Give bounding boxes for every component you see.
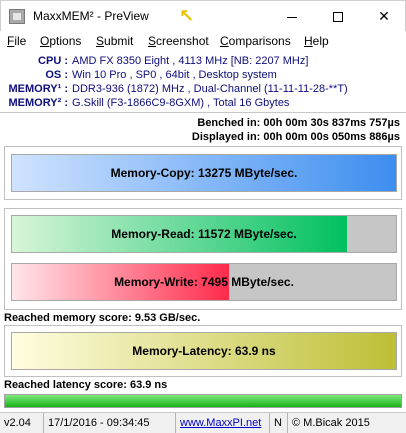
copy-label: Memory-Copy: 13275 MByte/sec.: [110, 166, 298, 180]
latency-panel: Memory-Latency: 63.9 ns: [4, 325, 402, 377]
benched-time: Benched in: 00h 00m 30s 837ms 757µs: [197, 117, 400, 129]
system-info: CPU : AMD FX 8350 Eight , 4113 MHz [NB: …: [0, 51, 406, 111]
menu-screenshot[interactable]: Screenshot: [148, 34, 209, 48]
copy-panel: Memory-Copy: 13275 MByte/sec.: [4, 146, 402, 200]
os-value: Win 10 Pro , SP0 , 64bit , Desktop syste…: [72, 69, 277, 81]
os-label: OS :: [45, 69, 68, 81]
app-icon: [9, 9, 25, 24]
copy-bar: Memory-Copy: 13275 MByte/sec.: [11, 154, 397, 192]
read-label: Memory-Read: 11572 MByte/sec.: [111, 227, 297, 241]
maximize-button[interactable]: [315, 1, 361, 31]
memory1-label: MEMORY¹ :: [8, 83, 68, 95]
minimize-button[interactable]: [269, 1, 315, 31]
divider: [0, 112, 406, 113]
close-icon: ✕: [378, 8, 390, 24]
version-label: v2.04: [0, 413, 44, 433]
menu-help[interactable]: Help: [304, 34, 329, 48]
website-link-cell: www.MaxxPI.net: [176, 413, 270, 433]
website-link[interactable]: www.MaxxPI.net: [180, 417, 261, 429]
datetime-label: 17/1/2016 - 09:34:45: [44, 413, 176, 433]
cpu-row: CPU : AMD FX 8350 Eight , 4113 MHz [NB: …: [0, 54, 406, 68]
latency-bar: Memory-Latency: 63.9 ns: [11, 332, 397, 370]
window-title: MaxxMEM² - PreView: [33, 9, 149, 23]
displayed-time: Displayed in: 00h 00m 00s 050ms 886µs: [191, 131, 400, 143]
menu-options[interactable]: Options: [40, 34, 81, 48]
progress-fill: [5, 395, 401, 407]
memory2-row: MEMORY² : G.Skill (F3-1866C9-8GXM) , Tot…: [0, 96, 406, 110]
menu-comparisons[interactable]: Comparisons: [220, 34, 291, 48]
write-label: Memory-Write: 7495 MByte/sec.: [114, 275, 294, 289]
cpu-value: AMD FX 8350 Eight , 4113 MHz [NB: 2207 M…: [72, 55, 309, 67]
memory2-label: MEMORY² :: [8, 97, 68, 109]
title-bar: MaxxMEM² - PreView ↖ ✕: [0, 0, 406, 31]
memory1-value: DDR3-936 (1872) MHz , Dual-Channel (11-1…: [72, 83, 348, 95]
maximize-icon: [333, 12, 343, 23]
menu-file[interactable]: File: [7, 34, 26, 48]
cursor-icon: ↖: [179, 6, 195, 26]
close-button[interactable]: ✕: [361, 1, 406, 31]
latency-label: Memory-Latency: 63.9 ns: [132, 344, 276, 358]
write-bar: Memory-Write: 7495 MByte/sec.: [11, 263, 397, 301]
status-bar: v2.04 17/1/2016 - 09:34:45 www.MaxxPI.ne…: [0, 412, 406, 433]
memory1-row: MEMORY¹ : DDR3-936 (1872) MHz , Dual-Cha…: [0, 82, 406, 96]
cpu-label: CPU :: [38, 55, 68, 67]
mode-label: N: [270, 413, 288, 433]
latency-score: Reached latency score: 63.9 ns: [4, 379, 168, 391]
memory2-value: G.Skill (F3-1866C9-8GXM) , Total 16 Gbyt…: [72, 97, 290, 109]
menu-bar: File Options Submit Screenshot Compariso…: [0, 31, 406, 51]
memory-score: Reached memory score: 9.53 GB/sec.: [4, 312, 201, 324]
copyright-label: © M.Bicak 2015: [292, 417, 370, 429]
os-row: OS : Win 10 Pro , SP0 , 64bit , Desktop …: [0, 68, 406, 82]
minimize-icon: [287, 16, 297, 18]
menu-submit[interactable]: Submit: [96, 34, 133, 48]
read-bar: Memory-Read: 11572 MByte/sec.: [11, 215, 397, 253]
progress-bar: [4, 394, 402, 408]
read-write-panel: Memory-Read: 11572 MByte/sec. Memory-Wri…: [4, 208, 402, 310]
